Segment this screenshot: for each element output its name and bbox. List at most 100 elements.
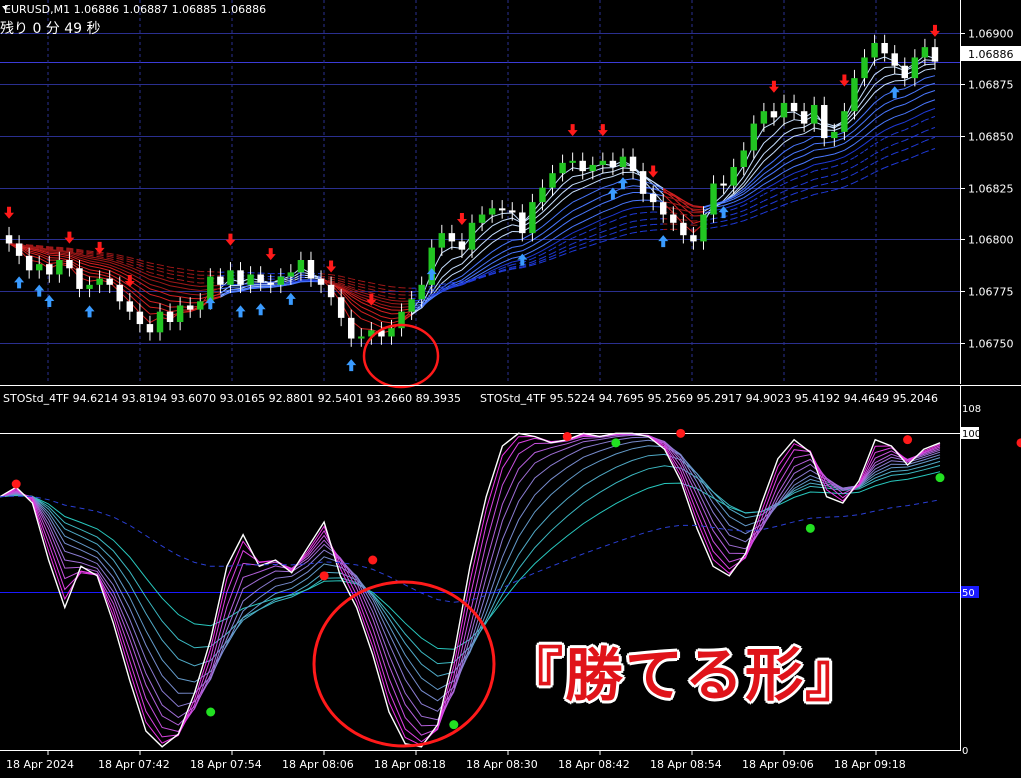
candle-bear xyxy=(680,222,687,236)
candle-bull xyxy=(589,164,596,172)
ema-segment xyxy=(814,142,825,145)
red-dot xyxy=(903,435,913,445)
red-dot xyxy=(11,479,21,489)
candle-bull xyxy=(36,264,43,271)
ema-segment xyxy=(89,276,100,278)
ema-segment xyxy=(391,302,402,305)
candle-bull xyxy=(478,214,486,223)
price-tick-label: 1.06900 xyxy=(968,28,1014,41)
candle-bull xyxy=(861,57,868,79)
candle-bull xyxy=(740,150,747,167)
candle-bull xyxy=(418,284,425,300)
oscillator-tick-label: 0 xyxy=(962,746,968,757)
candle-bear xyxy=(821,105,828,139)
oscillator-tick-label: 100 xyxy=(962,429,981,440)
candle-bear xyxy=(881,43,888,54)
candle-timer: 残り 0 分 49 秒 xyxy=(0,21,101,37)
candle-bull xyxy=(388,328,395,337)
candle-bear xyxy=(509,210,516,213)
symbol-header: EURUSD,M1 1.06886 1.06887 1.06885 1.0688… xyxy=(4,3,266,16)
ema-segment xyxy=(502,212,513,215)
candle-bear xyxy=(116,284,123,302)
candle-bull xyxy=(619,156,627,167)
candle-bear xyxy=(519,212,526,234)
ema-segment xyxy=(170,300,181,303)
candle-bull xyxy=(921,47,929,58)
candle-bull xyxy=(96,278,103,285)
candle-bear xyxy=(5,235,13,244)
candle-bull xyxy=(438,233,446,248)
candle-bear xyxy=(126,301,134,312)
candle-bear xyxy=(166,311,174,322)
candle-bull xyxy=(358,336,365,339)
green-dot xyxy=(449,720,459,730)
candle-bull xyxy=(408,299,415,312)
candle-bear xyxy=(579,160,586,172)
candle-bull xyxy=(559,162,566,174)
candle-bear xyxy=(458,241,466,250)
candle-bear xyxy=(348,317,355,339)
candle-bull xyxy=(780,102,788,118)
candle-bear xyxy=(217,276,224,285)
caption-winning-shape: 『勝てる形』 xyxy=(505,641,866,709)
red-dot xyxy=(319,571,329,581)
candle-bear xyxy=(670,214,677,223)
candle-bear xyxy=(498,208,506,211)
time-tick-label: 18 Apr 08:06 xyxy=(282,758,354,771)
candle-bear xyxy=(267,282,274,285)
price-tick-label: 1.06875 xyxy=(968,79,1014,92)
candle-bull xyxy=(86,284,93,289)
candle-bull xyxy=(529,202,536,234)
candle-bull xyxy=(599,160,607,165)
candle-bear xyxy=(639,171,647,194)
candle-bear xyxy=(257,274,264,283)
candle-bull xyxy=(488,208,496,215)
candle-bear xyxy=(629,156,637,172)
price-tick-label: 1.06800 xyxy=(968,234,1014,247)
candle-bull xyxy=(569,160,576,163)
candle-bear xyxy=(690,235,697,242)
candle-bear xyxy=(307,260,315,279)
candle-bull xyxy=(539,187,546,203)
time-tick-label: 18 Apr 07:42 xyxy=(98,758,170,771)
candle-bull xyxy=(549,173,556,188)
time-tick-label: 18 Apr 08:18 xyxy=(374,758,446,771)
current-price-label: 1.06886 xyxy=(968,48,1014,61)
ema-segment xyxy=(884,66,895,68)
candle-bull xyxy=(176,305,184,322)
ema-segment xyxy=(633,199,644,202)
green-dot xyxy=(206,707,216,717)
candle-bear xyxy=(237,270,244,285)
candle-bear xyxy=(609,160,617,167)
green-dot xyxy=(935,473,945,483)
candle-bear xyxy=(770,111,778,118)
candle-bear xyxy=(660,202,667,215)
ema-segment xyxy=(230,288,241,291)
candle-bear xyxy=(649,193,657,203)
candle-bear xyxy=(931,47,939,62)
time-tick-label: 18 Apr 08:54 xyxy=(650,758,722,771)
candle-bull xyxy=(247,274,254,285)
oscillator-tick-label: 50 xyxy=(962,588,975,599)
time-tick-label: 18 Apr 2024 xyxy=(6,758,74,771)
candle-bear xyxy=(136,311,144,325)
candle-bull xyxy=(911,57,919,79)
green-dot xyxy=(805,523,815,533)
candle-bear xyxy=(901,65,908,79)
time-tick-label: 18 Apr 09:06 xyxy=(742,758,814,771)
price-tick-label: 1.06750 xyxy=(968,338,1014,351)
time-tick-label: 18 Apr 08:42 xyxy=(558,758,630,771)
candle-bull xyxy=(871,43,878,58)
candle-bull xyxy=(750,123,758,151)
candle-bear xyxy=(720,183,727,186)
oscillator-tick-label: 108 xyxy=(962,404,981,415)
candle-bear xyxy=(15,243,23,256)
time-tick-label: 18 Apr 08:30 xyxy=(466,758,538,771)
price-tick-label: 1.06850 xyxy=(968,131,1014,144)
price-tick-label: 1.06775 xyxy=(968,286,1014,299)
candle-bull xyxy=(730,167,737,186)
candle-bull xyxy=(760,111,768,124)
candle-bear xyxy=(891,53,898,66)
price-tick-label: 1.06825 xyxy=(968,183,1014,196)
candle-bull xyxy=(277,276,284,285)
